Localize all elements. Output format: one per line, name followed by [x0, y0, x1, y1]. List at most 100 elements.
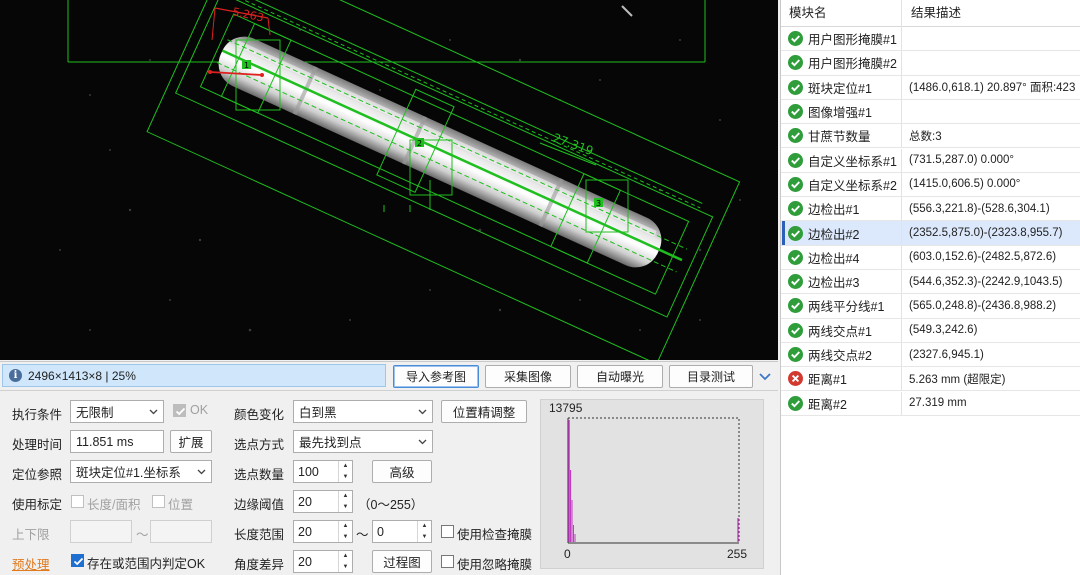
color-change-value: 白到黑: [299, 406, 337, 420]
module-cell: 两线交点#1: [781, 318, 902, 342]
module-name: 两线交点#2: [808, 349, 872, 364]
spin-up-icon[interactable]: ▲: [418, 521, 431, 532]
result-desc: (2352.5,875.0)-(2323.8,955.7): [909, 227, 1063, 240]
capture-image-button[interactable]: 采集图像: [485, 365, 571, 388]
preprocess-link[interactable]: 预处理: [12, 554, 50, 573]
module-name: 图像增强#1: [808, 106, 872, 121]
angle-diff-stepper[interactable]: 20 ▲ ▼: [293, 550, 353, 573]
table-row[interactable]: 边检出#1 (556.3,221.8)-(528.6,304.1): [781, 197, 1080, 222]
table-row[interactable]: 两线交点#2 (2327.6,945.1): [781, 342, 1080, 368]
desc-cell: (1415.0,606.5) 0.000°: [903, 173, 1080, 196]
module-name: 边检出#2: [808, 227, 860, 242]
import-reference-button[interactable]: 导入参考图: [393, 365, 479, 388]
point-count-stepper[interactable]: 100 ▲ ▼: [293, 460, 353, 483]
check-circle-icon: [788, 152, 803, 168]
use-check-mask-checkbox[interactable]: [441, 525, 454, 538]
exist-ok-checkbox[interactable]: [71, 554, 84, 567]
use-calib-label: 使用标定: [12, 498, 63, 512]
ok-checkbox[interactable]: [173, 404, 186, 417]
result-desc: (544.6,352.3)-(2242.9,1043.5): [909, 275, 1063, 288]
spin-up-icon[interactable]: ▲: [339, 461, 352, 472]
angle-diff-label: 角度差异: [234, 558, 285, 572]
module-cell: 甘蔗节数量: [781, 124, 902, 148]
desc-cell: [903, 27, 1080, 50]
results-panel: 模块名 结果描述 用户图形掩膜#1 用户图形掩膜#2 斑块定位#1 (1486.0,6…: [780, 0, 1080, 575]
pos-ref-select[interactable]: 斑块定位#1.坐标系: [70, 460, 212, 483]
lower-limit-field[interactable]: [70, 520, 132, 543]
result-desc: (556.3,221.8)-(528.6,304.1): [909, 202, 1050, 215]
chevron-down-icon: [149, 409, 158, 415]
advanced-button[interactable]: 高级: [372, 460, 432, 483]
result-desc: (603.0,152.6)-(2482.5,872.6): [909, 251, 1057, 264]
upper-limit-field[interactable]: [150, 520, 212, 543]
table-row[interactable]: 图像增强#1: [781, 99, 1080, 125]
spin-down-icon[interactable]: ▼: [339, 472, 352, 483]
table-row[interactable]: 两线交点#1 (549.3,242.6): [781, 318, 1080, 343]
len-min-stepper[interactable]: 20 ▲ ▼: [293, 520, 353, 543]
image-viewer[interactable]: 1 2 3 27.319 5.263: [0, 0, 778, 360]
desc-cell: (565.0,248.8)-(2436.8,988.2): [903, 294, 1080, 317]
spin-up-icon[interactable]: ▲: [339, 491, 352, 502]
table-row[interactable]: 用户图形掩膜#2: [781, 51, 1080, 76]
chevron-down-icon: [418, 409, 427, 415]
table-row[interactable]: 距离#1 5.263 mm (超限定): [781, 367, 1080, 392]
point-count-value: 100: [298, 464, 319, 479]
spin-up-icon[interactable]: ▲: [339, 521, 352, 532]
table-row[interactable]: 用户图形掩膜#1: [781, 27, 1080, 52]
use-ignore-mask-checkbox[interactable]: [441, 555, 454, 568]
len-max-stepper[interactable]: 0 ▲ ▼: [372, 520, 432, 543]
use-check-mask-label: 使用检查掩膜: [457, 528, 533, 542]
table-row[interactable]: 自定义坐标系#2 (1415.0,606.5) 0.000°: [781, 172, 1080, 198]
color-change-select[interactable]: 白到黑: [293, 400, 433, 423]
table-row[interactable]: 自定义坐标系#1 (731.5,287.0) 0.000°: [781, 148, 1080, 173]
point-count-label: 选点数量: [234, 468, 285, 482]
check-circle-icon: [788, 128, 803, 144]
table-row[interactable]: 边检出#2 (2352.5,875.0)-(2323.8,955.7): [781, 221, 1080, 246]
module-cell: 用户图形掩膜#2: [781, 51, 902, 75]
chevron-down-icon: [197, 469, 206, 475]
check-circle-icon: [788, 55, 803, 71]
edge-thresh-stepper[interactable]: 20 ▲ ▼: [293, 490, 353, 513]
edge-thresh-label: 边缘阈值: [234, 498, 285, 512]
spin-down-icon[interactable]: ▼: [418, 532, 431, 543]
len-tilde: ～: [356, 528, 369, 542]
desc-cell: [903, 100, 1080, 123]
position-checkbox[interactable]: [152, 495, 165, 508]
marker-3: 3: [596, 199, 601, 208]
module-cell: 边检出#3: [781, 270, 902, 294]
table-row[interactable]: 两线平分线#1 (565.0,248.8)-(2436.8,988.2): [781, 294, 1080, 319]
result-desc: (565.0,248.8)-(2436.8,988.2): [909, 299, 1057, 312]
inspection-image: 1 2 3 27.319 5.263: [0, 0, 778, 360]
position-adjust-button[interactable]: 位置精调整: [441, 400, 527, 423]
table-row[interactable]: 距离#2 27.319 mm: [781, 391, 1080, 416]
spin-down-icon[interactable]: ▼: [339, 502, 352, 513]
exec-cond-value: 无限制: [76, 406, 114, 420]
exec-cond-select[interactable]: 无限制: [70, 400, 164, 423]
len-area-checkbox[interactable]: [71, 495, 84, 508]
table-row[interactable]: 边检出#3 (544.6,352.3)-(2242.9,1043.5): [781, 270, 1080, 295]
result-desc: 总数:3: [909, 130, 942, 143]
spin-down-icon[interactable]: ▼: [339, 562, 352, 573]
table-row[interactable]: 甘蔗节数量 总数:3: [781, 124, 1080, 149]
table-row[interactable]: 边检出#4 (603.0,152.6)-(2482.5,872.6): [781, 245, 1080, 270]
desc-cell: 27.319 mm: [903, 392, 1080, 415]
spin-down-icon[interactable]: ▼: [339, 532, 352, 543]
check-circle-icon: [788, 347, 803, 363]
select-mode-select[interactable]: 最先找到点: [293, 430, 433, 453]
len-min-value: 20: [298, 524, 312, 539]
desc-cell: (544.6,352.3)-(2242.9,1043.5): [903, 270, 1080, 293]
process-image-button[interactable]: 过程图: [372, 550, 432, 573]
proc-time-field[interactable]: 11.851 ms: [70, 430, 164, 453]
exec-cond-label: 执行条件: [12, 408, 63, 422]
col-module-header: 模块名: [781, 0, 902, 27]
chevron-down-icon[interactable]: [758, 370, 772, 384]
module-cell: 斑块定位#1: [781, 75, 902, 99]
settings-panel: 执行条件 无限制 OK 处理时间 11.851 ms 扩展 定位参照 斑块定位#…: [0, 390, 778, 575]
directory-test-button[interactable]: 目录测试: [669, 365, 753, 388]
spin-up-icon[interactable]: ▲: [339, 551, 352, 562]
marker-1: 1: [244, 61, 249, 70]
auto-exposure-button[interactable]: 自动曝光: [577, 365, 663, 388]
expand-button[interactable]: 扩展: [170, 430, 212, 453]
len-max-value: 0: [377, 524, 384, 539]
table-row[interactable]: 斑块定位#1 (1486.0,618.1) 20.897° 面积:423: [781, 75, 1080, 100]
